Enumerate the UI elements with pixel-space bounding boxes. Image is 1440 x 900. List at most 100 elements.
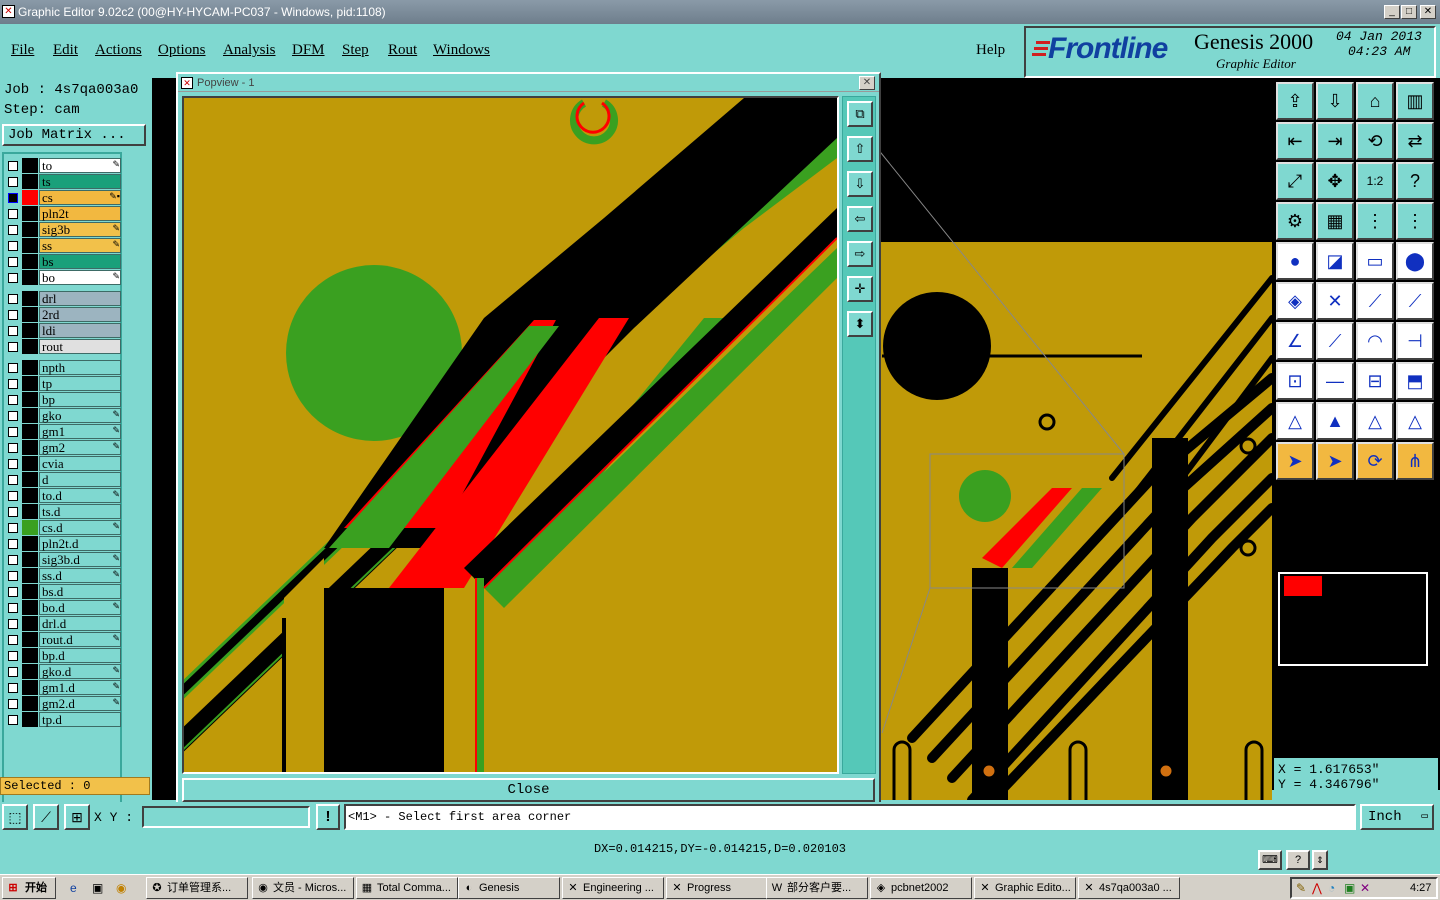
layer-row-bp[interactable]: bp xyxy=(4,392,122,407)
grid-icon[interactable]: ▦ xyxy=(1316,202,1354,240)
layer-name[interactable]: to xyxy=(39,158,121,173)
layer-name[interactable]: ts xyxy=(39,174,121,189)
layer-name[interactable]: ldi xyxy=(39,323,121,338)
scroll-icon[interactable]: ⇕ xyxy=(1312,850,1328,870)
layer-checkbox[interactable] xyxy=(8,193,18,203)
layer-name[interactable]: gm2 xyxy=(39,440,121,455)
menu-help[interactable]: Help xyxy=(976,42,1005,59)
layer-name[interactable]: rout xyxy=(39,339,121,354)
layer-name[interactable]: sig3b xyxy=(39,222,121,237)
layer-row-bp-d[interactable]: bp.d xyxy=(4,648,122,663)
layer-color-swatch[interactable] xyxy=(22,392,38,407)
layer-color-swatch[interactable] xyxy=(22,307,38,322)
menu-step[interactable]: Step xyxy=(342,42,369,59)
layer-row-sig3b[interactable]: sig3b ✎ xyxy=(4,222,122,237)
alert-icon[interactable]: ! xyxy=(316,804,340,830)
layer-checkbox[interactable] xyxy=(8,523,18,533)
window-icon[interactable]: ▥ xyxy=(1396,82,1434,120)
layer-checkbox[interactable] xyxy=(8,177,18,187)
taskbar-item[interactable]: ✕ Graphic Edito... xyxy=(974,877,1076,899)
grid-snap-icon[interactable]: ⊞ xyxy=(64,804,90,830)
layer-name[interactable]: gko.d xyxy=(39,664,121,679)
popview-close-button[interactable]: Close xyxy=(182,778,875,802)
layer-row-drl-d[interactable]: drl.d xyxy=(4,616,122,631)
layer-row-gm1-d[interactable]: gm1.d ✎ xyxy=(4,680,122,695)
settings-icon[interactable]: ⚙ xyxy=(1276,202,1314,240)
menu-options[interactable]: Options xyxy=(158,42,206,59)
layer-color-swatch[interactable] xyxy=(22,568,38,583)
load-icon[interactable]: ⇪ xyxy=(1276,82,1314,120)
layer-row-bo[interactable]: bo ✎ xyxy=(4,270,122,285)
pan-left-icon[interactable]: ⇦ xyxy=(847,206,873,232)
layer-row-npth[interactable]: npth xyxy=(4,360,122,375)
layer-color-swatch[interactable] xyxy=(22,158,38,173)
layer-checkbox[interactable] xyxy=(8,651,18,661)
taskbar-item[interactable]: ✕ Progress xyxy=(666,877,768,899)
zoom-fit-icon[interactable]: ⧉ xyxy=(847,101,873,127)
menu-edit[interactable]: Edit xyxy=(53,42,78,59)
layer-checkbox[interactable] xyxy=(8,587,18,597)
layer-name[interactable]: gm1.d xyxy=(39,680,121,695)
layer-color-swatch[interactable] xyxy=(22,323,38,338)
minimize-button[interactable]: _ xyxy=(1384,5,1400,19)
layer-checkbox[interactable] xyxy=(8,241,18,251)
layer-color-swatch[interactable] xyxy=(22,339,38,354)
tray-tool-icon[interactable]: ✎ xyxy=(1296,881,1306,895)
start-button[interactable]: ⊞ 开始 xyxy=(2,877,56,899)
layer-color-swatch[interactable] xyxy=(22,696,38,711)
layer-name[interactable]: bp.d xyxy=(39,648,121,663)
layer-checkbox[interactable] xyxy=(8,619,18,629)
unit-selector[interactable]: Inch ▭ xyxy=(1360,804,1434,830)
layer-color-swatch[interactable] xyxy=(22,238,38,253)
overview-map[interactable] xyxy=(1278,572,1428,666)
node-icon[interactable]: ◈ xyxy=(1276,282,1314,320)
layer-color-swatch[interactable] xyxy=(22,270,38,285)
circle-icon[interactable]: ⬤ xyxy=(1396,242,1434,280)
layer-checkbox[interactable] xyxy=(8,342,18,352)
layer-row-gko[interactable]: gko ✎ xyxy=(4,408,122,423)
layer-row-tp[interactable]: tp xyxy=(4,376,122,391)
layer-color-swatch[interactable] xyxy=(22,584,38,599)
taskbar-item[interactable]: ✕ 4s7qa003a0 ... xyxy=(1078,877,1180,899)
diagonal-icon[interactable]: ⟋ xyxy=(1316,322,1354,360)
maximize-button[interactable]: □ xyxy=(1401,5,1417,19)
layer-name[interactable]: d xyxy=(39,472,121,487)
layer-name[interactable]: cs.d xyxy=(39,520,121,535)
layer-checkbox[interactable] xyxy=(8,603,18,613)
connect-icon[interactable]: ⟋ xyxy=(1396,282,1434,320)
help-icon[interactable]: ? xyxy=(1286,850,1310,870)
taskbar-item[interactable]: ◉ 文员 - Micros... xyxy=(252,877,354,899)
triangle-c-icon[interactable]: △ xyxy=(1356,402,1394,440)
layer-name[interactable]: gm1 xyxy=(39,424,121,439)
snap-left-icon[interactable]: ⇤ xyxy=(1276,122,1314,160)
net-icon-b[interactable]: ⋮ xyxy=(1396,202,1434,240)
graph-icon[interactable]: ⋔ xyxy=(1396,442,1434,480)
pan-down-icon[interactable]: ⇩ xyxy=(847,171,873,197)
save-icon[interactable]: ⇩ xyxy=(1316,82,1354,120)
layer-checkbox[interactable] xyxy=(8,294,18,304)
layer-row-pln2t-d[interactable]: pln2t.d xyxy=(4,536,122,551)
layer-name[interactable]: ss.d xyxy=(39,568,121,583)
query-icon[interactable]: ? xyxy=(1396,162,1434,200)
tray-acrobat-icon[interactable]: ⋀ xyxy=(1312,881,1322,895)
layer-checkbox[interactable] xyxy=(8,209,18,219)
layer-color-swatch[interactable] xyxy=(22,504,38,519)
split-icon[interactable]: ⊣ xyxy=(1396,322,1434,360)
layer-row-to-d[interactable]: to.d ✎ xyxy=(4,488,122,503)
layer-row-gm2[interactable]: gm2 ✎ xyxy=(4,440,122,455)
ruler-icon[interactable]: ▭ xyxy=(1356,242,1394,280)
layer-color-swatch[interactable] xyxy=(22,632,38,647)
layer-color-swatch[interactable] xyxy=(22,291,38,306)
media-icon[interactable]: ◉ xyxy=(116,881,126,895)
menu-windows[interactable]: Windows xyxy=(433,42,490,59)
line-icon[interactable]: ◪ xyxy=(1316,242,1354,280)
layer-row-ldi[interactable]: ldi xyxy=(4,323,122,338)
layer-color-swatch[interactable] xyxy=(22,408,38,423)
layer-checkbox[interactable] xyxy=(8,161,18,171)
arc-icon[interactable]: ◠ xyxy=(1356,322,1394,360)
layer-row-rout[interactable]: rout xyxy=(4,339,122,354)
layer-color-swatch[interactable] xyxy=(22,360,38,375)
layer-row-bs-d[interactable]: bs.d xyxy=(4,584,122,599)
layer-row-2rd[interactable]: 2rd xyxy=(4,307,122,322)
layer-name[interactable]: drl xyxy=(39,291,121,306)
